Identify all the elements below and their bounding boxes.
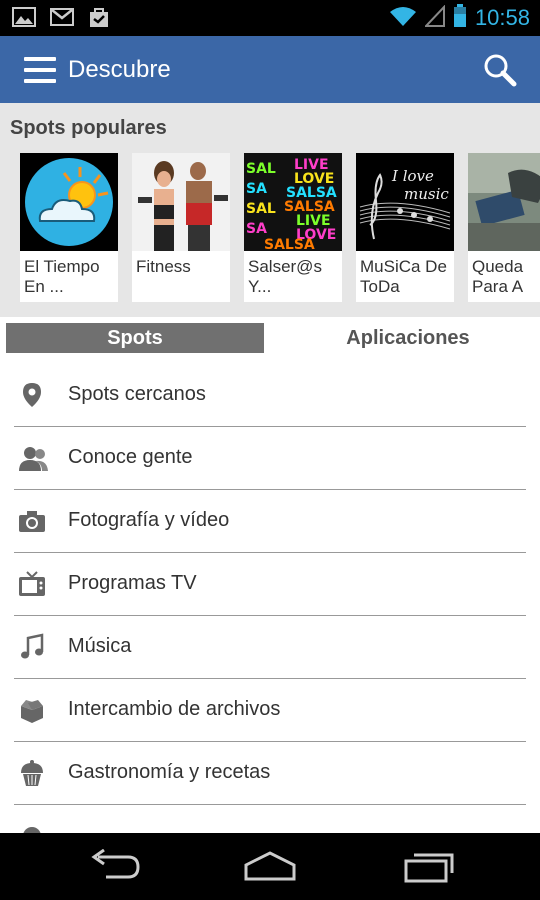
- spot-card-meetup[interactable]: Queda Para A: [468, 153, 540, 302]
- spot-card-label: Salser@s Y...: [248, 257, 322, 296]
- signal-icon: [423, 4, 445, 31]
- fitness-thumbnail: [132, 153, 230, 251]
- list-item-label: Gastronomía y recetas: [68, 761, 271, 783]
- tab-spots[interactable]: Spots: [6, 323, 264, 353]
- svg-text:SAL: SAL: [246, 161, 276, 177]
- tab-bar: Spots Aplicaciones: [0, 317, 540, 363]
- list-item[interactable]: Spots cercanos: [14, 363, 526, 427]
- list-item-label: Música: [68, 635, 132, 657]
- category-list: Spots cercanos Conoce gente Fotografía y…: [0, 363, 540, 833]
- page-title: Descubre: [68, 56, 171, 83]
- spot-card-salsa[interactable]: LIVE LOVE SALSA SALSA LIVE LOVE SAL SA S…: [244, 153, 342, 302]
- cupcake-icon: [18, 759, 46, 787]
- clock: 10:58: [474, 5, 530, 30]
- list-item-label: Intercambio de archivos: [68, 698, 281, 720]
- gallery-notification-icon: [12, 7, 36, 31]
- battery-icon: [453, 4, 467, 32]
- tab-aplicaciones[interactable]: Aplicaciones: [276, 323, 540, 353]
- svg-text:music: music: [404, 185, 449, 203]
- weather-thumbnail: [20, 153, 118, 251]
- section-heading: Spots populares: [10, 117, 167, 139]
- location-pin-icon: [18, 381, 46, 409]
- list-item-label: Spots cercanos: [68, 383, 206, 405]
- spot-card-label: Queda Para A: [472, 257, 524, 296]
- svg-text:SAL: SAL: [246, 201, 276, 217]
- list-item[interactable]: Conoce gente: [14, 426, 526, 490]
- list-item-partial[interactable]: [14, 804, 526, 833]
- svg-text:SALSA: SALSA: [264, 237, 315, 251]
- recent-apps-button[interactable]: [398, 849, 458, 883]
- tv-icon: [18, 570, 46, 598]
- spot-card-label: El Tiempo En ...: [24, 257, 100, 296]
- status-bar: 10:58: [0, 0, 540, 36]
- svg-text:SA: SA: [246, 181, 267, 197]
- spot-card-weather[interactable]: El Tiempo En ...: [20, 153, 118, 302]
- wifi-icon: [389, 5, 417, 31]
- spot-card-fitness[interactable]: Fitness: [132, 153, 230, 302]
- list-item[interactable]: Gastronomía y recetas: [14, 741, 526, 805]
- search-icon[interactable]: [482, 52, 518, 88]
- list-item-label: Programas TV: [68, 572, 197, 594]
- popular-spots-section: Spots populares El Tiempo En ... Fitness…: [0, 103, 540, 317]
- people-icon: [18, 444, 48, 472]
- app-bar: Descubre: [0, 36, 540, 103]
- salsa-thumbnail: LIVE LOVE SALSA SALSA LIVE LOVE SAL SA S…: [244, 153, 342, 251]
- music-thumbnail: I love music: [356, 153, 454, 251]
- back-button[interactable]: [84, 848, 144, 883]
- menu-icon[interactable]: [24, 54, 56, 86]
- gmail-notification-icon: [50, 7, 74, 31]
- partial-icon: [18, 822, 46, 833]
- svg-text:SA: SA: [246, 221, 267, 237]
- spot-card-label: MuSiCa De ToDa: [360, 257, 447, 296]
- home-button[interactable]: [240, 849, 300, 883]
- meetup-thumbnail: [468, 153, 540, 251]
- list-item[interactable]: Fotografía y vídeo: [14, 489, 526, 553]
- svg-text:I love: I love: [391, 167, 434, 185]
- spot-card-label: Fitness: [136, 257, 191, 276]
- list-item-label: Fotografía y vídeo: [68, 509, 230, 531]
- music-note-icon: [18, 633, 46, 661]
- shopping-bag-notification-icon: [88, 6, 110, 32]
- list-item[interactable]: Música: [14, 615, 526, 679]
- box-icon: [18, 696, 46, 724]
- camera-icon: [18, 507, 46, 535]
- list-item-label: Conoce gente: [68, 446, 193, 468]
- navigation-bar: [0, 833, 540, 900]
- spot-card-music[interactable]: I love music MuSiCa De ToDa: [356, 153, 454, 302]
- list-item[interactable]: Intercambio de archivos: [14, 678, 526, 742]
- list-item[interactable]: Programas TV: [14, 552, 526, 616]
